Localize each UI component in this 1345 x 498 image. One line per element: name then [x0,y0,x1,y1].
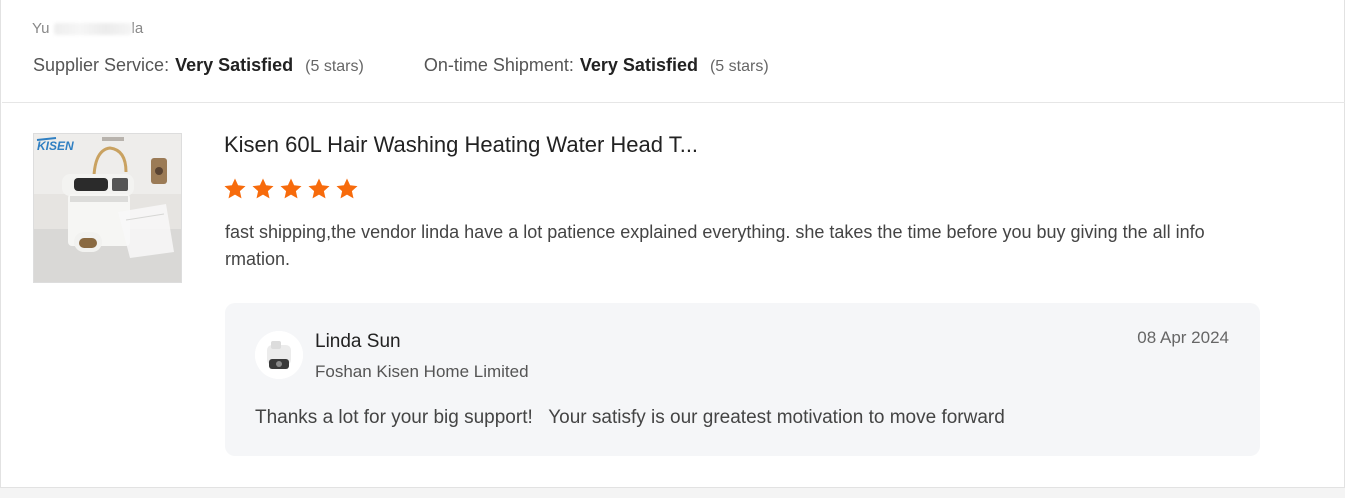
reviewer-name-redaction [53,23,132,36]
supplier-reply: Linda Sun Foshan Kisen Home Limited 08 A… [225,303,1260,456]
star-icon [252,178,274,199]
on-time-shipment-label: On-time Shipment: [423,55,574,75]
supplier-service-label: Supplier Service: [33,55,170,75]
reply-text: Thanks a lot for your big support! Your … [255,407,1005,428]
reviewer-name-end: la [131,20,144,37]
thumbnail-brand-logo: KISEN [37,139,74,153]
product-star-rating [223,177,363,201]
avatar [255,331,303,379]
review-card: Yu la Supplier Service: Very Satisfied (5… [0,0,1345,488]
review-text: fast shipping,the vendor linda have a lo… [225,222,1205,269]
supplier-service-stars: (5 stars) [305,58,364,75]
supplier-avatar-image [255,331,303,379]
on-time-shipment-rating: On-time Shipment: Very Satisfied (5 star… [424,55,769,76]
on-time-shipment-value: Very Satisfied [579,55,698,75]
reviewer-name-start: Yu [32,20,50,37]
supplier-service-rating: Supplier Service: Very Satisfied (5 star… [33,55,364,76]
page-background-strip [0,488,1345,498]
reply-date: 08 Apr 2024 [1137,328,1229,347]
product-thumbnail[interactable]: KISEN [33,133,182,283]
product-image: KISEN [34,134,181,282]
reply-company-name: Foshan Kisen Home Limited [315,362,529,381]
reviewer-name: Yu la [32,20,143,37]
star-icon [280,178,302,199]
star-icon [224,178,246,199]
star-icon [336,178,358,199]
supplier-ratings: Supplier Service: Very Satisfied (5 star… [33,55,769,76]
reply-author-name: Linda Sun [315,331,401,352]
product-title[interactable]: Kisen 60L Hair Washing Heating Water Hea… [224,132,744,158]
section-divider [2,102,1345,103]
star-icon [308,178,330,199]
supplier-service-value: Very Satisfied [175,55,294,75]
on-time-shipment-stars: (5 stars) [709,58,769,75]
